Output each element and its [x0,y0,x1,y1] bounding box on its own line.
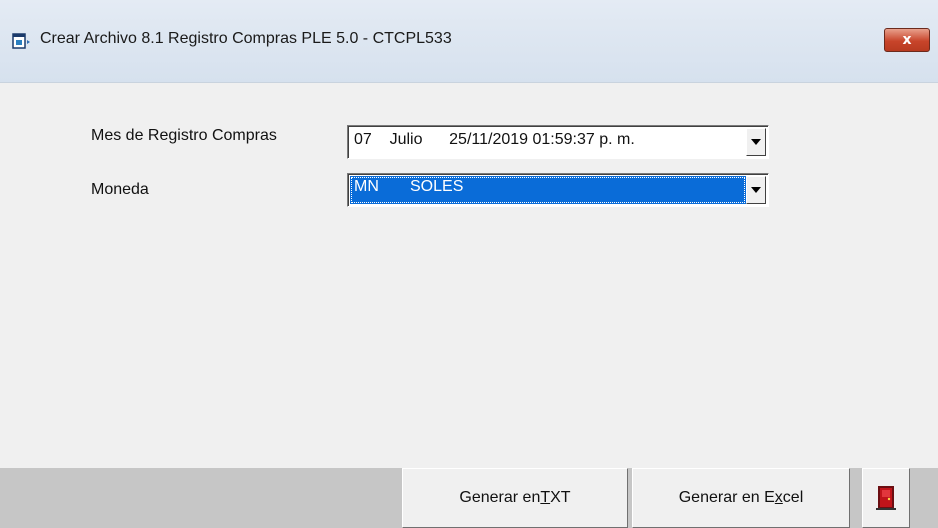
mes-registro-select[interactable]: 07 Julio 25/11/2019 01:59:37 p. m. [347,125,769,159]
moneda-select[interactable]: MN SOLES [347,173,769,207]
chevron-down-icon [751,139,761,145]
generar-excel-accelerator: x [774,489,783,506]
close-button[interactable]: x [884,28,930,52]
moneda-label: Moneda [91,181,149,198]
moneda-value: MN SOLES [354,178,464,195]
generar-txt-button[interactable]: Generar en T XT [402,468,628,528]
generar-txt-accelerator: T [540,489,551,506]
mes-registro-value: 07 Julio 25/11/2019 01:59:37 p. m. [354,131,635,148]
generar-txt-prefix: Generar en [459,489,541,506]
exit-door-icon [876,486,896,510]
mes-registro-label: Mes de Registro Compras [91,127,277,144]
chevron-down-icon [751,187,761,193]
generar-excel-prefix: Generar en E [678,489,775,506]
moneda-dropdown-button[interactable] [746,176,766,204]
title-bar[interactable]: Crear Archivo 8.1 Registro Compras PLE 5… [0,0,938,83]
mes-registro-dropdown-button[interactable] [746,128,766,156]
app-window-icon [12,33,30,49]
generar-txt-suffix: XT [550,489,571,506]
generar-excel-button[interactable]: Generar en Ex cel [632,468,850,528]
window-title: Crear Archivo 8.1 Registro Compras PLE 5… [40,30,452,47]
generar-excel-suffix: cel [782,489,804,506]
dialog-window: Crear Archivo 8.1 Registro Compras PLE 5… [0,0,938,528]
close-icon: x [902,32,912,48]
exit-button[interactable] [862,468,910,528]
